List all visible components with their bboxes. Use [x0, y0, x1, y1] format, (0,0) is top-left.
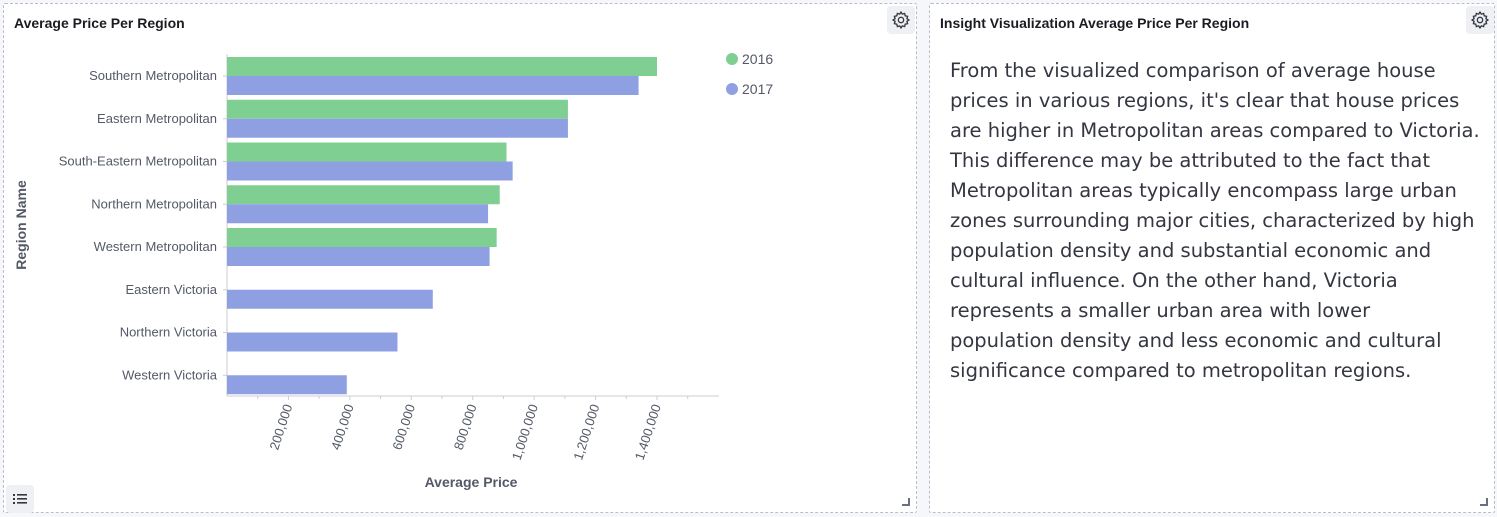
resize-handle-icon[interactable] — [1480, 498, 1488, 506]
x-tick-label: 200,000 — [266, 402, 295, 451]
insight-text: From the visualized comparison of averag… — [950, 59, 1480, 382]
legend-swatch-2016 — [726, 53, 738, 65]
list-icon — [13, 494, 27, 504]
y-tick-label: Northern Metropolitan — [91, 196, 217, 211]
bar-2016 — [227, 99, 568, 119]
resize-handle-icon[interactable] — [902, 498, 910, 506]
y-tick-label: South-Eastern Metropolitan — [59, 154, 217, 169]
x-tick-label: 400,000 — [328, 402, 357, 451]
x-tick-label: 1,400,000 — [632, 402, 664, 462]
y-tick-label: Northern Victoria — [120, 325, 218, 340]
y-tick-label: Western Metropolitan — [94, 239, 217, 254]
chart-panel: Average Price Per Region Southern Metrop… — [3, 3, 917, 513]
y-tick-label: Eastern Metropolitan — [97, 111, 217, 126]
bar-2017 — [227, 204, 489, 224]
bar-2017 — [227, 375, 347, 395]
panel-title: Insight Visualization Average Price Per … — [940, 15, 1250, 31]
insight-panel: Insight Visualization Average Price Per … — [929, 3, 1495, 513]
bar-2017 — [227, 161, 513, 181]
bar-2017 — [227, 247, 490, 266]
bar-2017 — [227, 76, 639, 95]
bar-2017 — [227, 332, 398, 352]
bar-2016 — [227, 185, 500, 205]
y-axis-title: Region Name — [13, 180, 29, 270]
gear-icon — [1470, 10, 1490, 30]
legend-toggle-button[interactable] — [6, 485, 34, 513]
panel-settings-button[interactable] — [1466, 6, 1494, 34]
legend-label: 2016 — [742, 51, 773, 67]
bar-2016 — [227, 57, 657, 76]
y-tick-label: Western Victoria — [122, 367, 218, 382]
x-tick-label: 600,000 — [389, 402, 418, 451]
y-tick-label: Southern Metropolitan — [89, 68, 217, 83]
bar-2017 — [227, 118, 568, 138]
x-tick-label: 800,000 — [451, 402, 480, 451]
bar-2016 — [227, 142, 507, 162]
x-tick-label: 1,200,000 — [570, 402, 602, 462]
legend-swatch-2017 — [726, 83, 738, 95]
bar-2017 — [227, 289, 433, 309]
x-axis-title: Average Price — [425, 474, 518, 490]
y-tick-label: Eastern Victoria — [125, 282, 217, 297]
x-tick-label: 1,000,000 — [509, 402, 541, 462]
bar-2016 — [227, 228, 497, 247]
legend-label: 2017 — [742, 81, 773, 97]
bar-chart: Southern Metropolitan Eastern Metropolita… — [13, 51, 773, 490]
